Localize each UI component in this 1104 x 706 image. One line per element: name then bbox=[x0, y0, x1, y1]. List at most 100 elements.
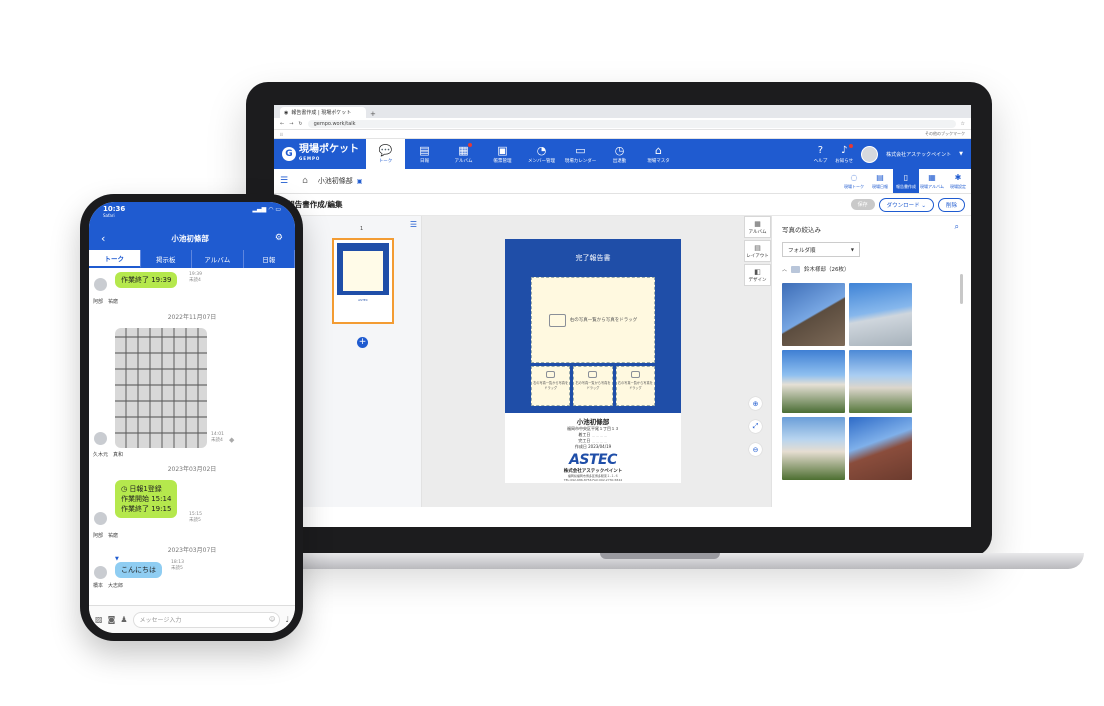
tab-report[interactable]: 日報 bbox=[243, 250, 295, 268]
collapse-icon: ︿ bbox=[782, 266, 788, 273]
nav-item-2[interactable]: ▦ アルバム bbox=[444, 139, 483, 169]
end-label: 完工日 bbox=[578, 438, 591, 443]
avatar[interactable] bbox=[861, 145, 879, 163]
delete-button[interactable]: 削除 bbox=[937, 197, 965, 212]
app-logo[interactable]: G 現場ポケット GEMPO bbox=[274, 139, 366, 169]
browser-tab[interactable]: ◉ 報告書作成 | 現場ポケット bbox=[280, 107, 366, 118]
site-tool-4[interactable]: ✱ 現場設定 bbox=[945, 169, 971, 193]
member-icon[interactable]: ♟ bbox=[120, 615, 127, 624]
mic-icon[interactable]: ♩ bbox=[285, 615, 289, 624]
back-icon[interactable]: ‹ bbox=[101, 232, 105, 245]
thumb-photo bbox=[343, 251, 383, 291]
nav-item-7[interactable]: ⌂ 現場マスタ bbox=[639, 139, 678, 169]
search-icon[interactable]: ⌕ bbox=[955, 222, 959, 232]
nav-item-3[interactable]: ▣ 帳票管理 bbox=[483, 139, 522, 169]
layout-icon: ▤ bbox=[754, 243, 761, 252]
chat-bubble[interactable]: こんにちは bbox=[115, 562, 162, 578]
chevron-down-icon[interactable]: ▼ bbox=[959, 151, 963, 157]
nav-item-6[interactable]: ◷ 出退勤 bbox=[600, 139, 639, 169]
side-tool-album[interactable]: ▦ アルバム bbox=[744, 216, 771, 238]
site-tool-icon: ▦ bbox=[928, 172, 936, 182]
notice-button[interactable]: ♪ お知らせ bbox=[835, 143, 854, 164]
chevron-down-icon: ▼ bbox=[850, 247, 854, 252]
chat-photo[interactable] bbox=[115, 328, 207, 448]
site-tool-3[interactable]: ▦ 現場アルバム bbox=[919, 169, 945, 193]
image-icon[interactable]: ▨ bbox=[95, 615, 103, 624]
reload-icon[interactable]: ↻ bbox=[298, 121, 302, 127]
gear-icon[interactable]: ⚙ bbox=[275, 233, 283, 243]
page-thumbnail[interactable]: ASTEC bbox=[332, 238, 394, 324]
site-tool-2[interactable]: ▯ 報告書作成 bbox=[893, 169, 919, 193]
photo-thumbnail[interactable] bbox=[849, 417, 912, 480]
tag-icon[interactable]: ◆ bbox=[229, 436, 234, 444]
photo-thumbnail[interactable] bbox=[782, 417, 845, 480]
photo-thumbnail[interactable] bbox=[782, 350, 845, 413]
fit-button[interactable]: ⤢ bbox=[749, 420, 762, 433]
zoom-in-button[interactable]: ⊕ bbox=[749, 397, 762, 410]
small-photo-slot[interactable]: 右の写真一覧から写真をドラッグ bbox=[573, 366, 613, 406]
nav-item-4[interactable]: ◔ メンバー管理 bbox=[522, 139, 561, 169]
other-bookmarks[interactable]: その他のブックマーク bbox=[925, 131, 965, 137]
sort-select[interactable]: フォルダ順 ▼ bbox=[782, 242, 860, 257]
site-tool-1[interactable]: ▤ 現場日報 bbox=[867, 169, 893, 193]
folder-item[interactable]: ︿ 鈴木様邸（26枚） bbox=[782, 265, 961, 273]
sort-value: フォルダ順 bbox=[788, 247, 816, 254]
small-photo-slot[interactable]: 右の写真一覧から写真をドラッグ bbox=[531, 366, 571, 406]
hamburger-icon[interactable]: ☰ bbox=[280, 176, 288, 186]
nav-item-5[interactable]: ▭ 現場カレンダー bbox=[561, 139, 600, 169]
brand-logo: ASTEC bbox=[569, 452, 617, 468]
apps-icon[interactable]: ⠿ bbox=[280, 132, 283, 137]
nav-badge bbox=[468, 143, 472, 147]
copy-icon[interactable]: ▣ bbox=[357, 178, 363, 185]
forward-icon[interactable]: → bbox=[289, 121, 293, 127]
side-tool-label: レイアウト bbox=[746, 253, 769, 259]
bell-icon: ♪ bbox=[840, 144, 848, 156]
laptop-notch bbox=[600, 553, 720, 559]
photo-thumbnail[interactable] bbox=[782, 283, 845, 346]
report-icon: ▤ bbox=[419, 143, 430, 157]
chat-bubble[interactable]: 作業終了 19:39 bbox=[115, 272, 178, 288]
tab-board[interactable]: 掲示板 bbox=[140, 250, 192, 268]
side-tool-design[interactable]: ◧ デザイン bbox=[744, 264, 771, 286]
nav-item-1[interactable]: ▤ 日報 bbox=[405, 139, 444, 169]
main-photo-slot[interactable]: 右の写真一覧から写真をドラッグ bbox=[531, 277, 655, 363]
company-name[interactable]: 株式会社アステックペイント bbox=[886, 151, 951, 158]
download-button[interactable]: ダウンロード ⌄ bbox=[878, 197, 934, 212]
photo-thumbnail[interactable] bbox=[849, 283, 912, 346]
camera-icon[interactable]: ◙ bbox=[108, 615, 116, 624]
header-right: ? ヘルプ ♪ お知らせ 株式会社アステックペイント ▼ bbox=[814, 139, 971, 169]
message-input[interactable]: メッセージ入力 ☺ bbox=[132, 611, 281, 628]
message-read: 未読5 bbox=[189, 518, 201, 523]
home-icon[interactable]: ⌂ bbox=[302, 176, 308, 186]
message-read: 未読5 bbox=[171, 566, 183, 571]
back-icon[interactable]: ← bbox=[280, 121, 284, 127]
site-name: 小池初條部 bbox=[317, 177, 353, 185]
album-icon: ▦ bbox=[754, 219, 761, 228]
panel-title: 写真の絞込み bbox=[782, 226, 821, 234]
photo-thumbnail[interactable] bbox=[849, 350, 912, 413]
report-bubble[interactable]: ◷ 日報1登録 作業開始 15:14 作業終了 19:15 bbox=[115, 480, 178, 518]
tab-talk[interactable]: トーク bbox=[89, 250, 141, 268]
side-tool-layout[interactable]: ▤ レイアウト bbox=[744, 240, 771, 262]
report-sheet: 完了報告書 右の写真一覧から写真をドラッグ 右の写真一覧から写真をドラッグ 右の… bbox=[505, 239, 681, 483]
nav-item-0[interactable]: 💬 トーク bbox=[366, 139, 405, 169]
site-tool-label: 現場アルバム bbox=[920, 183, 944, 189]
site-tool-0[interactable]: ◌ 現場トーク bbox=[841, 169, 867, 193]
help-button[interactable]: ? ヘルプ bbox=[814, 145, 828, 164]
small-photo-slot[interactable]: 右の写真一覧から写真をドラッグ bbox=[615, 366, 655, 406]
menu-icon[interactable]: ☰ bbox=[410, 220, 417, 229]
tab-album[interactable]: アルバム bbox=[192, 250, 244, 268]
notice-label: お知らせ bbox=[835, 158, 854, 164]
panel-scrollbar[interactable] bbox=[960, 274, 963, 304]
new-tab-icon[interactable]: + bbox=[370, 110, 376, 118]
pin-icon: ▼ bbox=[115, 556, 119, 562]
add-page-button[interactable]: + bbox=[357, 337, 368, 348]
zoom-out-button[interactable]: ⊖ bbox=[749, 443, 762, 456]
message-time: 15:15 bbox=[189, 512, 202, 517]
sender-name: 阿部 祐磨 bbox=[93, 299, 119, 305]
save-button[interactable]: 保存 bbox=[850, 199, 875, 210]
star-icon[interactable]: ☆ bbox=[961, 121, 965, 127]
emoji-icon[interactable]: ☺ bbox=[269, 616, 275, 623]
url-field[interactable]: gempo.work/talk bbox=[307, 119, 956, 128]
message-time: 14:01 bbox=[211, 432, 224, 437]
